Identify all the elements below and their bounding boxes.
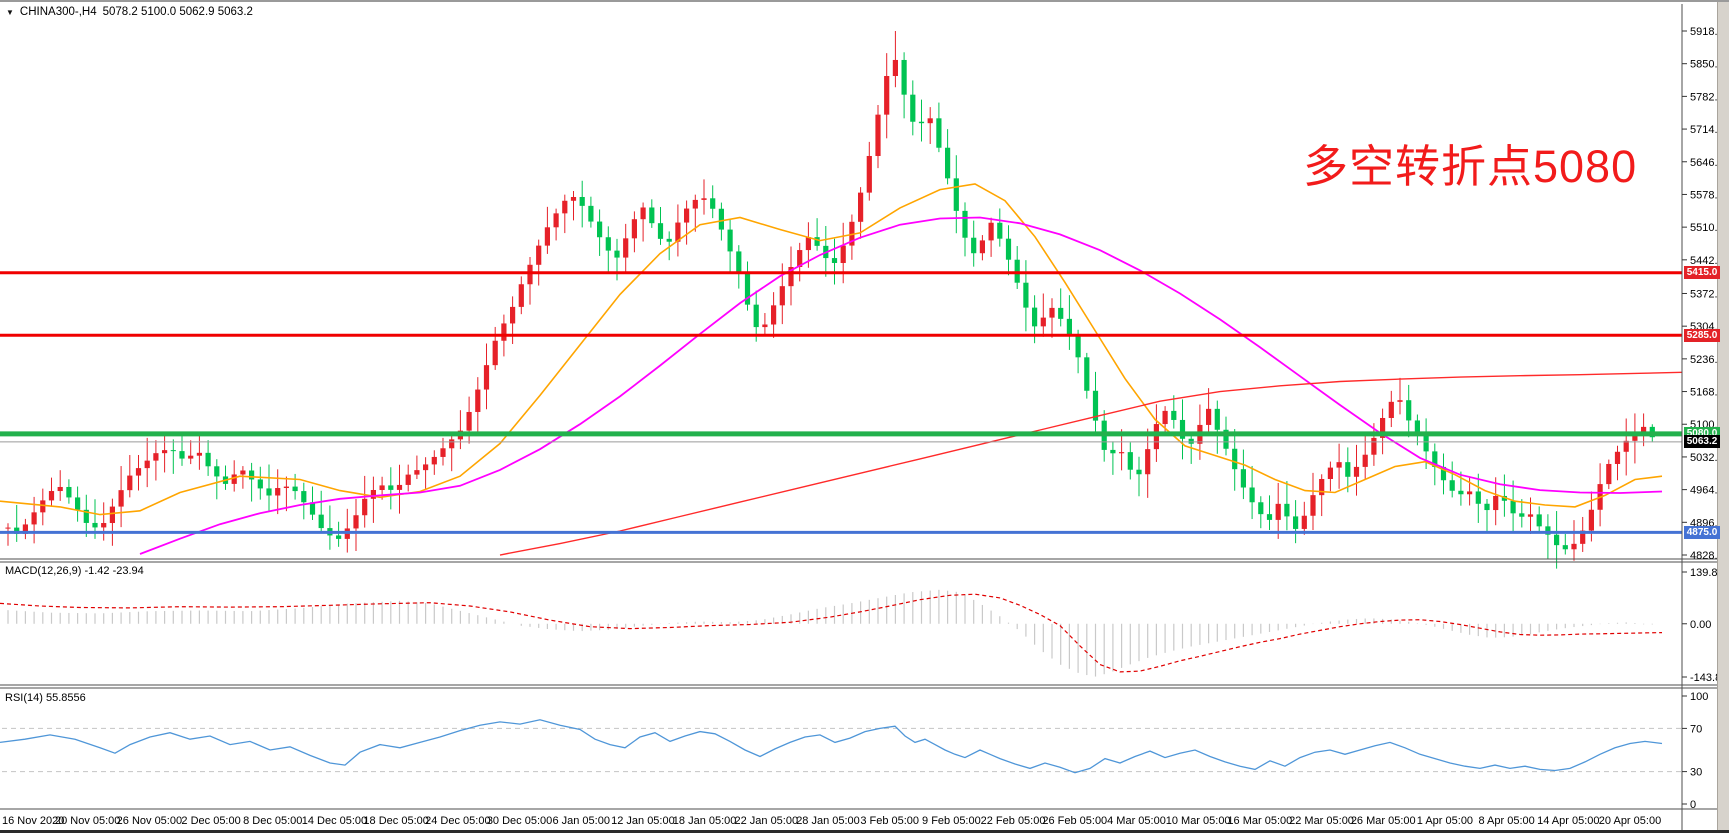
time-label-20: 16 Mar 05:00 bbox=[1227, 815, 1292, 827]
rsi-tick-100: 100 bbox=[1690, 691, 1708, 703]
rsi-indicator-label: RSI(14) 55.8556 bbox=[5, 692, 86, 704]
time-label-19: 10 Mar 05:00 bbox=[1166, 815, 1231, 827]
time-label-21: 22 Mar 05:00 bbox=[1289, 815, 1354, 827]
price-badge-resistance-upper: 5415.0 bbox=[1684, 266, 1720, 279]
ma-mid-magenta bbox=[140, 218, 1662, 555]
price-badge-last-price: 5063.2 bbox=[1684, 435, 1720, 448]
mt4-chart-window: 5918.05850.05782.05714.05646.05578.05510… bbox=[0, 0, 1729, 833]
ma-slow-red bbox=[500, 372, 1682, 555]
time-label-7: 24 Dec 05:00 bbox=[425, 815, 490, 827]
time-label-18: 4 Mar 05:00 bbox=[1107, 815, 1166, 827]
time-label-9: 6 Jan 05:00 bbox=[552, 815, 610, 827]
time-label-4: 8 Dec 05:00 bbox=[243, 815, 302, 827]
chart-canvas[interactable]: 5918.05850.05782.05714.05646.05578.05510… bbox=[0, 2, 1729, 833]
time-label-8: 30 Dec 05:00 bbox=[487, 815, 552, 827]
time-label-22: 26 Mar 05:00 bbox=[1351, 815, 1416, 827]
time-label-1: 20 Nov 05:00 bbox=[55, 815, 120, 827]
rsi-tick-30: 30 bbox=[1690, 767, 1702, 779]
time-label-13: 28 Jan 05:00 bbox=[796, 815, 860, 827]
macd-indicator-label: MACD(12,26,9) -1.42 -23.94 bbox=[5, 565, 144, 577]
price-badge-resistance-lower: 5285.0 bbox=[1684, 329, 1720, 342]
time-label-5: 14 Dec 05:00 bbox=[302, 815, 367, 827]
symbol-dropdown-icon[interactable]: ▼ bbox=[6, 8, 14, 17]
time-label-6: 18 Dec 05:00 bbox=[363, 815, 428, 827]
candlestick-series bbox=[5, 31, 1654, 569]
time-label-12: 22 Jan 05:00 bbox=[734, 815, 798, 827]
macd-histogram bbox=[8, 590, 1652, 677]
symbol-timeframe: CHINA300-,H4 bbox=[20, 6, 97, 18]
time-label-24: 8 Apr 05:00 bbox=[1478, 815, 1534, 827]
time-label-26: 20 Apr 05:00 bbox=[1599, 815, 1661, 827]
time-label-23: 1 Apr 05:00 bbox=[1417, 815, 1473, 827]
price-badge-support: 4875.0 bbox=[1684, 526, 1720, 539]
time-label-14: 3 Feb 05:00 bbox=[860, 815, 919, 827]
time-label-15: 9 Feb 05:00 bbox=[922, 815, 981, 827]
rsi-line bbox=[0, 720, 1662, 773]
rsi-tick-70: 70 bbox=[1690, 723, 1702, 735]
ma-fast-orange bbox=[0, 184, 1662, 515]
ohlc-readout: 5078.2 5100.0 5062.9 5063.2 bbox=[103, 6, 253, 18]
time-label-2: 26 Nov 05:00 bbox=[117, 815, 182, 827]
macd-tick-1: 0.00 bbox=[1690, 619, 1711, 631]
rsi-tick-0: 0 bbox=[1690, 799, 1696, 811]
chart-title: ▼ CHINA300-,H4 5078.2 5100.0 5062.9 5063… bbox=[6, 6, 253, 18]
window-right-edge bbox=[1717, 2, 1729, 833]
macd-signal-line bbox=[0, 594, 1662, 672]
time-label-25: 14 Apr 05:00 bbox=[1537, 815, 1599, 827]
time-label-10: 12 Jan 05:00 bbox=[611, 815, 675, 827]
time-label-16: 22 Feb 05:00 bbox=[981, 815, 1046, 827]
time-label-3: 2 Dec 05:00 bbox=[181, 815, 240, 827]
time-label-11: 18 Jan 05:00 bbox=[673, 815, 737, 827]
chart-annotation-text: 多空转折点5080 bbox=[1303, 130, 1637, 195]
time-label-17: 26 Feb 05:00 bbox=[1042, 815, 1107, 827]
